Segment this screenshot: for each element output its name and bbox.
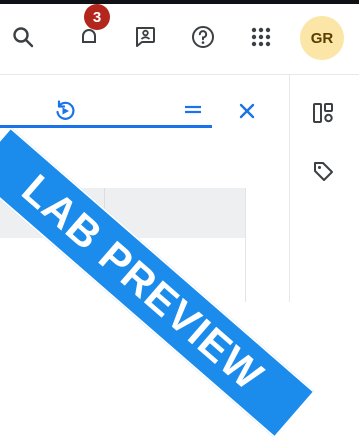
tag-icon	[314, 162, 333, 181]
window-edge	[0, 0, 359, 4]
layout-icon	[313, 103, 333, 123]
feedback-button[interactable]	[128, 20, 162, 54]
refresh-button[interactable]	[48, 94, 82, 128]
account-avatar[interactable]: GR	[300, 16, 344, 60]
progress-underline	[0, 125, 212, 128]
panel-toolbar	[0, 75, 290, 147]
help-button[interactable]	[186, 20, 220, 54]
close-button[interactable]	[230, 94, 264, 128]
right-side-rail	[289, 75, 359, 302]
search-button[interactable]	[6, 20, 40, 54]
apps-button[interactable]	[244, 20, 278, 54]
help-icon	[192, 26, 214, 48]
top-app-bar: 3 GR	[0, 0, 359, 75]
close-icon	[239, 103, 255, 119]
tag-button[interactable]	[306, 154, 340, 188]
feedback-icon	[136, 27, 155, 47]
search-icon	[13, 27, 34, 48]
notification-badge: 3	[84, 4, 110, 30]
layout-button[interactable]	[306, 96, 340, 130]
refresh-icon	[56, 100, 75, 120]
filter-button[interactable]	[176, 94, 210, 128]
panel-divider	[245, 188, 246, 302]
filter-lines-icon	[185, 105, 201, 114]
apps-grid-icon	[251, 27, 271, 47]
